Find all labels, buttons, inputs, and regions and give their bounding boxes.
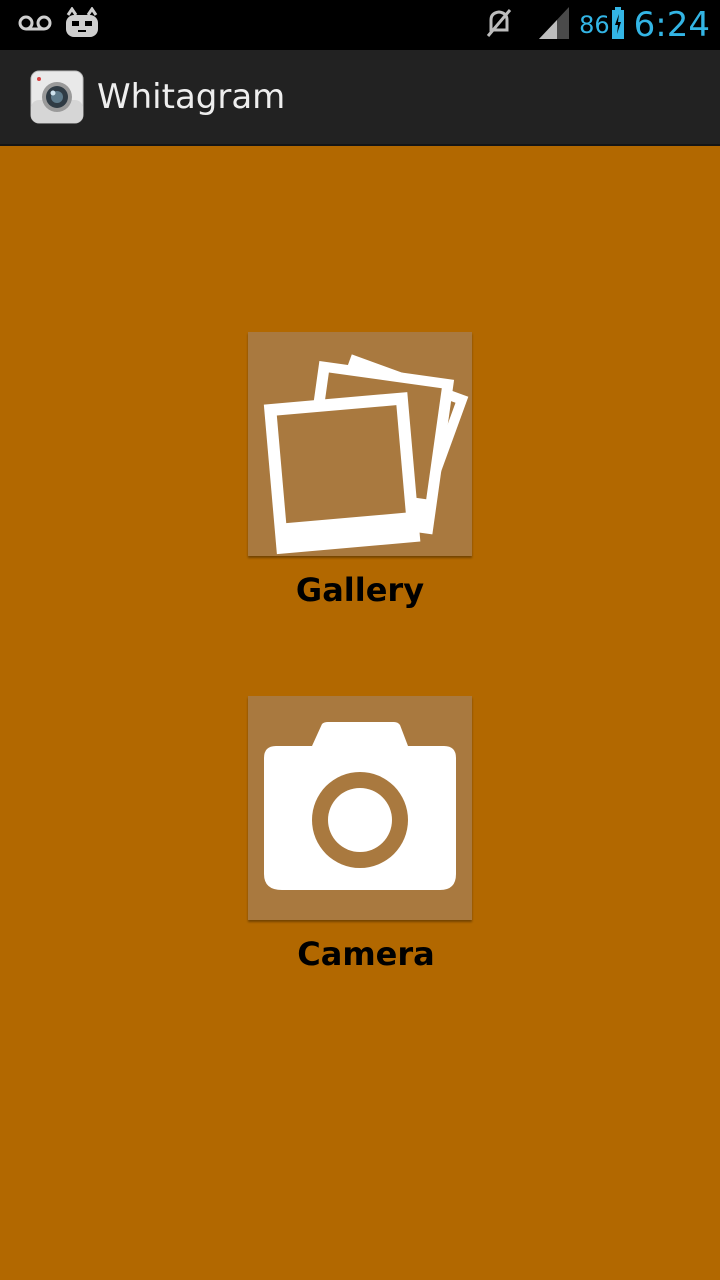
status-right-icons: 86 6:24 [485,0,710,50]
battery-percent: 86 [579,11,610,39]
gallery-label[interactable]: Gallery [240,570,480,610]
gallery-button[interactable] [248,332,472,556]
status-bar: 86 6:24 [0,0,720,50]
camera-label[interactable]: Camera [246,934,486,974]
status-clock: 6:24 [633,5,710,45]
status-left-icons [18,6,100,44]
voicemail-icon [18,13,52,37]
muted-icon [485,8,513,42]
action-bar: Whitagram [0,50,720,146]
app-title: Whitagram [97,77,286,117]
signal-icon [539,7,570,43]
battery-icon [611,7,624,43]
camera-button[interactable] [248,696,472,920]
cyanogenmod-icon [64,6,100,43]
app-camera-icon[interactable] [30,70,84,124]
